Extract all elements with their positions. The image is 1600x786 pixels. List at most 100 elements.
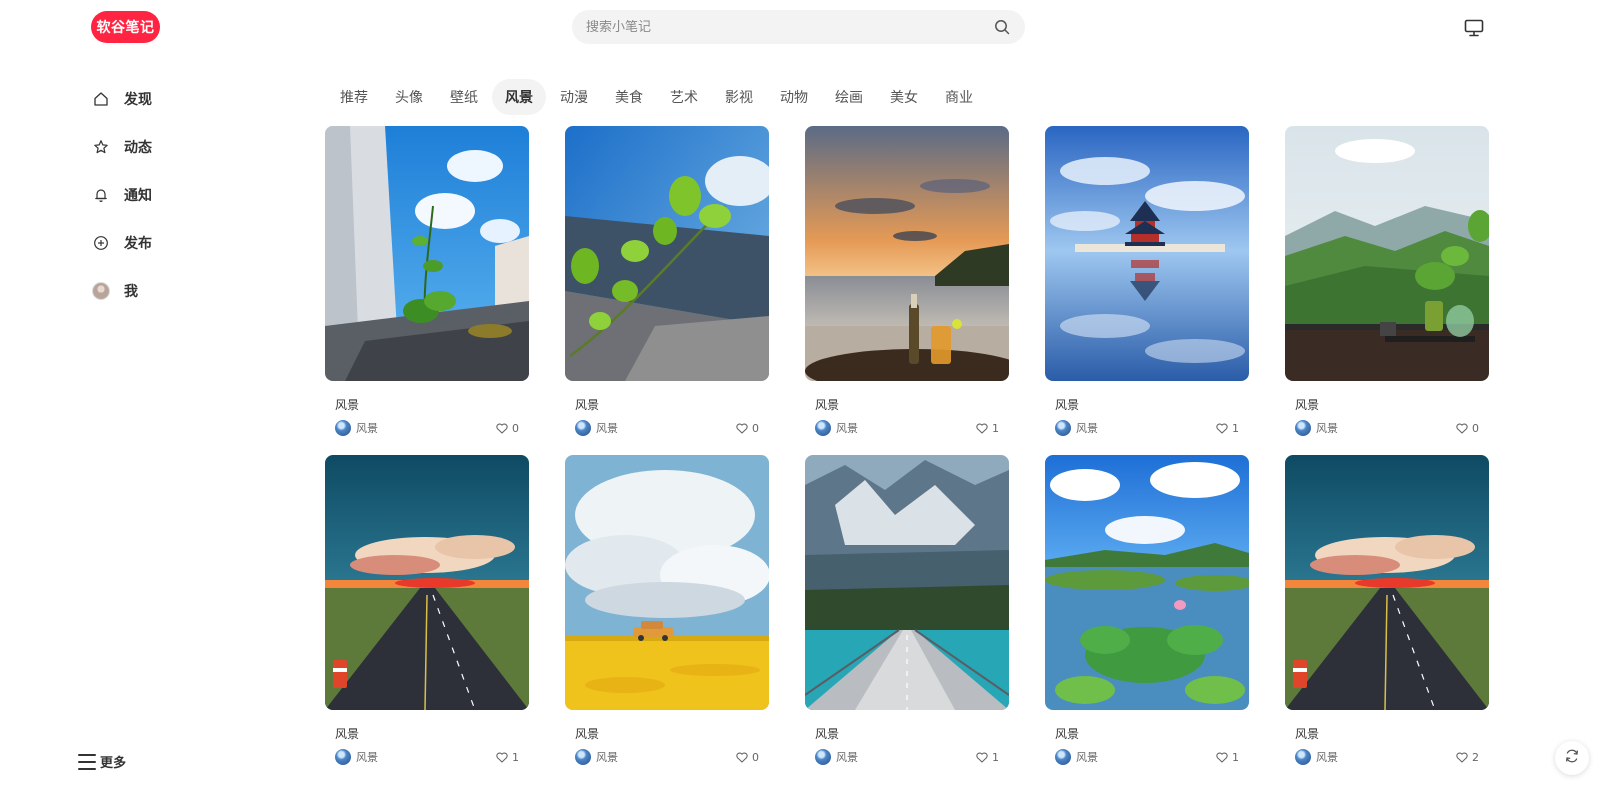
author-avatar[interactable] [1055,749,1071,765]
monitor-icon[interactable] [1463,17,1485,39]
note-card[interactable]: 风景 风景 1 [1045,126,1249,445]
like-button[interactable]: 1 [976,422,999,435]
note-title[interactable]: 风景 [1295,396,1489,412]
sidebar-item-discover[interactable]: 发现 [78,78,281,119]
note-title[interactable]: 风景 [335,396,529,412]
author-name[interactable]: 风景 [836,749,976,765]
heart-icon [1216,751,1229,764]
sidebar-item-publish[interactable]: 发布 [78,222,281,263]
tab-movies[interactable]: 影视 [712,79,766,115]
more-label: 更多 [100,756,127,771]
like-button[interactable]: 0 [496,422,519,435]
like-button[interactable]: 1 [976,751,999,764]
tab-wallpaper[interactable]: 壁纸 [437,79,491,115]
tab-avatar[interactable]: 头像 [382,79,436,115]
note-title[interactable]: 风景 [1295,725,1489,741]
like-button[interactable]: 0 [1456,422,1479,435]
author-name[interactable]: 风景 [356,749,496,765]
sidebar-item-notifications[interactable]: 通知 [78,174,281,215]
tab-beauty[interactable]: 美女 [877,79,931,115]
channel-tabs: 推荐 头像 壁纸 风景 动漫 美食 艺术 影视 动物 绘画 美女 商业 [327,79,987,115]
author-avatar[interactable] [1055,420,1071,436]
refresh-button[interactable] [1555,741,1589,775]
note-card[interactable]: 风景 风景 2 [1285,455,1489,774]
tab-animals[interactable]: 动物 [767,79,821,115]
home-icon [92,90,110,108]
tab-business[interactable]: 商业 [932,79,986,115]
like-button[interactable]: 1 [496,751,519,764]
note-title[interactable]: 风景 [815,396,1009,412]
sidebar-item-feed[interactable]: 动态 [78,126,281,167]
heart-icon [1216,422,1229,435]
author-name[interactable]: 风景 [1316,420,1456,436]
note-title[interactable]: 风景 [1055,396,1249,412]
note-card[interactable]: 风景 风景 1 [325,455,529,774]
note-card[interactable]: 风景 风景 1 [805,126,1009,445]
note-title[interactable]: 风景 [575,725,769,741]
note-footer: 风景 0 [335,419,519,437]
author-avatar[interactable] [815,749,831,765]
author-avatar[interactable] [1295,420,1311,436]
tab-painting[interactable]: 绘画 [822,79,876,115]
tab-art[interactable]: 艺术 [657,79,711,115]
note-title[interactable]: 风景 [1055,725,1249,741]
like-button[interactable]: 2 [1456,751,1479,764]
note-card[interactable]: 风景 风景 1 [805,455,1009,774]
note-image[interactable] [805,126,1009,381]
search-icon[interactable] [993,18,1011,36]
note-title[interactable]: 风景 [335,725,529,741]
search-input[interactable] [586,19,993,35]
note-card[interactable]: 风景 风景 1 [1045,455,1249,774]
like-button[interactable]: 0 [736,751,759,764]
like-count: 0 [752,750,759,764]
author-avatar[interactable] [575,749,591,765]
note-grid: 风景 风景 0 风景 风景 0 风景 风景 1 风景 风景 1 风景 风景 0 … [325,126,1490,774]
author-name[interactable]: 风景 [836,420,976,436]
plus-circle-icon [92,234,110,252]
author-avatar[interactable] [1295,749,1311,765]
author-name[interactable]: 风景 [1076,749,1216,765]
sidebar: 发现 动态 通知 发布 我 [78,78,281,318]
note-image[interactable] [565,455,769,710]
note-image[interactable] [325,126,529,381]
note-image[interactable] [325,455,529,710]
author-name[interactable]: 风景 [596,420,736,436]
like-button[interactable]: 0 [736,422,759,435]
sidebar-item-label: 发布 [124,235,152,252]
note-footer: 风景 0 [575,748,759,766]
author-name[interactable]: 风景 [1316,749,1456,765]
note-footer: 风景 1 [335,748,519,766]
sidebar-item-label: 发现 [124,91,152,108]
note-image[interactable] [805,455,1009,710]
author-avatar[interactable] [335,749,351,765]
note-card[interactable]: 风景 风景 0 [1285,126,1489,445]
note-title[interactable]: 风景 [815,725,1009,741]
author-name[interactable]: 风景 [356,420,496,436]
note-title[interactable]: 风景 [575,396,769,412]
search-bar[interactable] [572,10,1025,44]
author-avatar[interactable] [575,420,591,436]
tab-anime[interactable]: 动漫 [547,79,601,115]
tab-recommend[interactable]: 推荐 [327,79,381,115]
more-button[interactable]: 更多 [78,752,126,771]
note-image[interactable] [1285,455,1489,710]
like-button[interactable]: 1 [1216,751,1239,764]
tab-landscape[interactable]: 风景 [492,79,546,115]
note-card[interactable]: 风景 风景 0 [565,126,769,445]
sidebar-item-me[interactable]: 我 [78,270,281,311]
note-card[interactable]: 风景 风景 0 [565,455,769,774]
author-name[interactable]: 风景 [1076,420,1216,436]
sidebar-item-label: 通知 [124,187,152,204]
author-avatar[interactable] [815,420,831,436]
like-button[interactable]: 1 [1216,422,1239,435]
author-name[interactable]: 风景 [596,749,736,765]
like-count: 0 [1472,421,1479,435]
note-image[interactable] [565,126,769,381]
note-image[interactable] [1045,126,1249,381]
note-image[interactable] [1285,126,1489,381]
author-avatar[interactable] [335,420,351,436]
logo[interactable]: 软谷笔记 [91,11,160,43]
tab-food[interactable]: 美食 [602,79,656,115]
note-card[interactable]: 风景 风景 0 [325,126,529,445]
note-image[interactable] [1045,455,1249,710]
